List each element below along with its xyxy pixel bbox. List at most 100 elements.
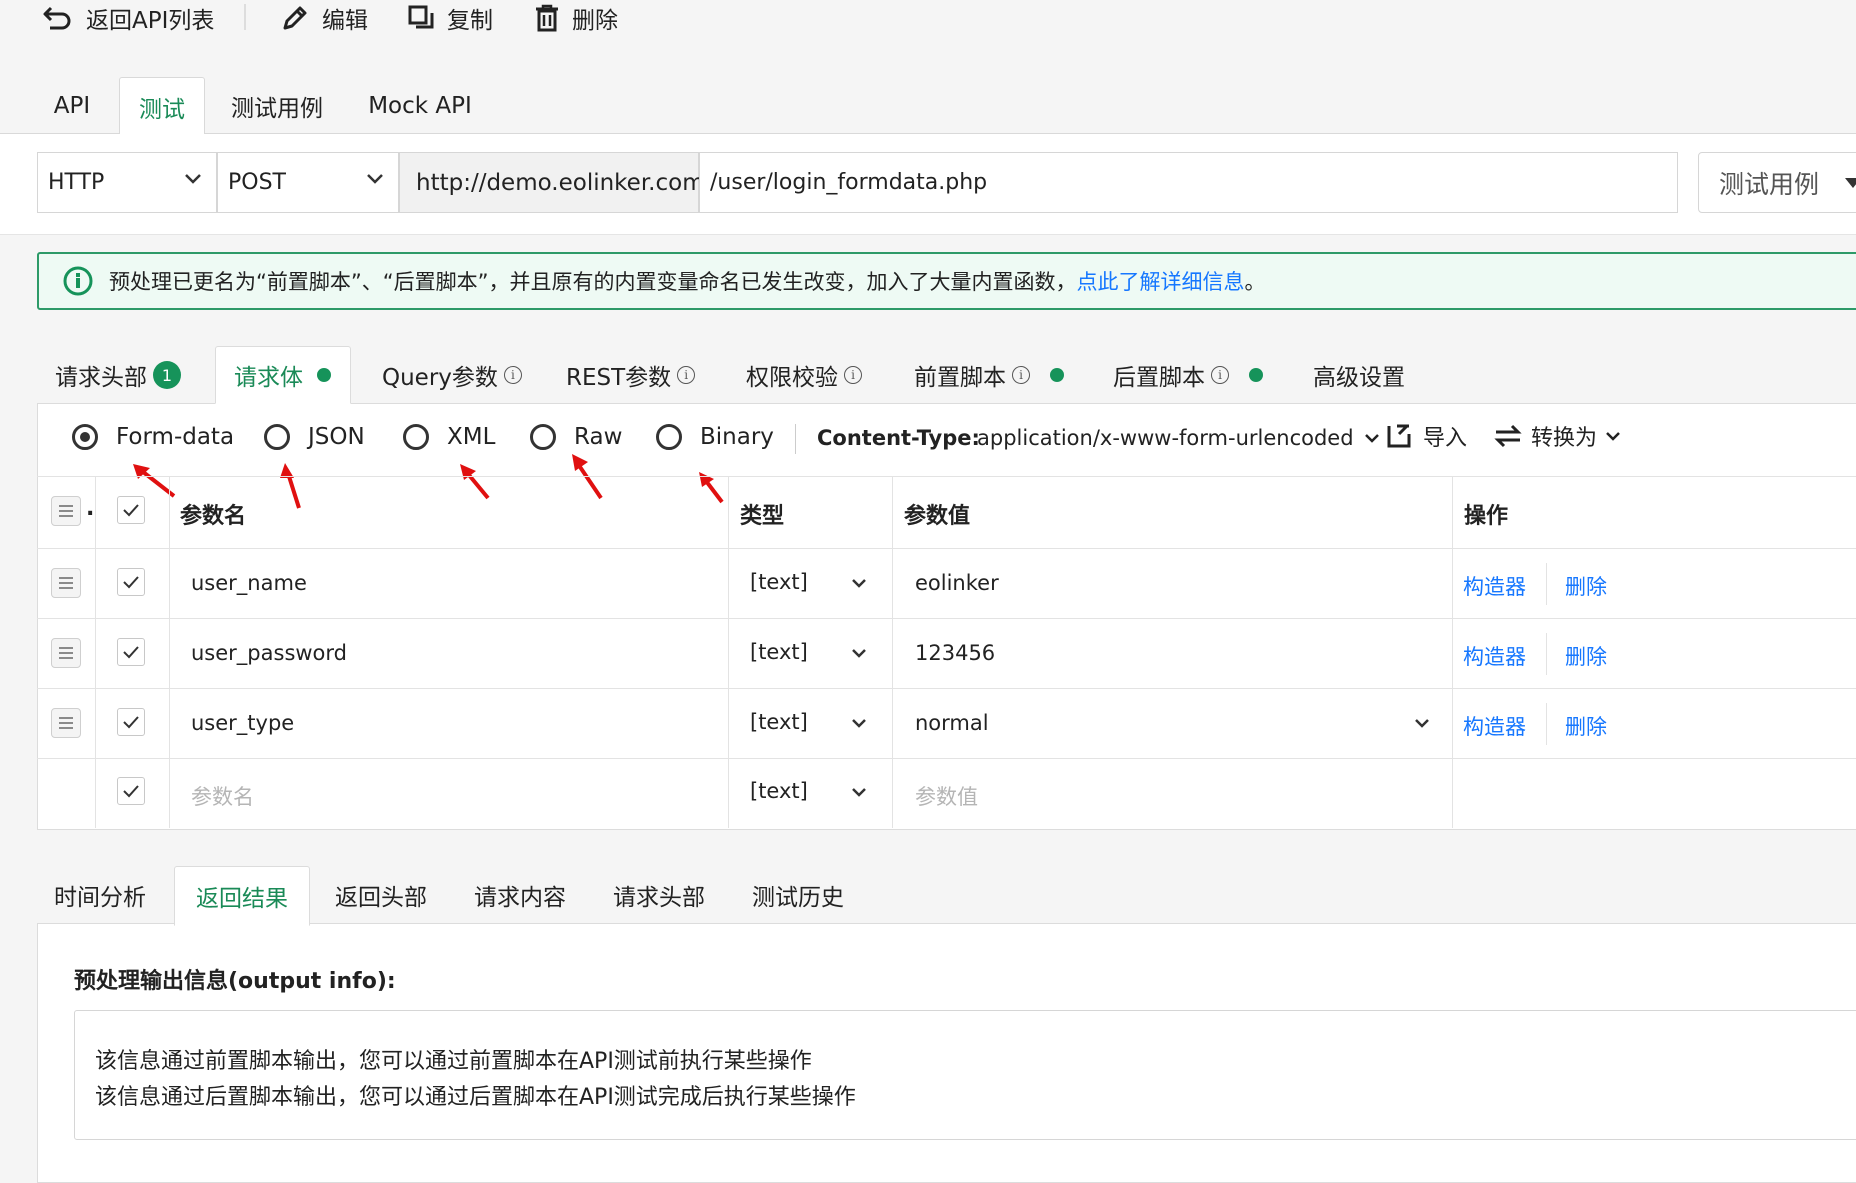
param-value-input[interactable]: 123456 [915,641,995,665]
param-type-select[interactable]: [text] [750,710,808,734]
protocol-select[interactable]: HTTP [37,152,217,213]
check-icon [123,716,139,729]
delete-row-link[interactable]: 删除 [1565,711,1607,741]
delete-row-link[interactable]: 删除 [1565,571,1607,601]
param-type-select[interactable]: [text] [750,570,808,594]
tab-test-cases[interactable]: 测试用例 [224,78,330,134]
row-checkbox[interactable] [117,568,145,596]
param-value-input[interactable]: eolinker [915,571,999,595]
back-to-api-list-button[interactable]: 返回API列表 [42,0,214,36]
edit-button[interactable]: 编辑 [280,0,368,36]
import-icon [1385,422,1413,450]
radio-json[interactable]: JSON [264,424,365,450]
radio-form-data-label: Form-data [116,424,235,450]
request-body-panel [37,403,1856,830]
tab-request-headers[interactable]: 请求头部 1 [55,346,181,404]
path-input[interactable]: /user/login_formdata.php [699,152,1678,213]
tab-test[interactable]: 测试 [119,77,205,136]
select-all-checkbox[interactable] [117,496,145,524]
tab-pre-script[interactable]: 前置脚本 i [914,346,1064,404]
radio-selected-icon [72,424,98,450]
tab-request-content[interactable]: 请求内容 [474,866,566,924]
builder-link[interactable]: 构造器 [1463,641,1526,671]
drag-handle[interactable] [51,568,81,598]
convert-button[interactable]: 转换为 [1493,420,1621,452]
drag-handle[interactable] [51,638,81,668]
host-value: http://demo.eolinker.com [416,169,705,196]
info-icon: i [677,366,696,384]
radio-raw-label: Raw [574,424,623,450]
radio-empty-icon [403,424,429,450]
op-divider [1546,703,1547,745]
output-line-2: 该信息通过后置脚本输出，您可以通过后置脚本在API测试完成后执行某些操作 [95,1085,856,1110]
row-checkbox[interactable] [117,777,145,805]
tab-time-analysis[interactable]: 时间分析 [54,866,146,924]
output-info-box: 该信息通过前置脚本输出，您可以通过前置脚本在API测试前执行某些操作 该信息通过… [74,1010,1856,1140]
tab-rest-params[interactable]: REST参数 i [566,346,696,404]
column-divider [169,476,170,828]
new-param-name-input[interactable]: 参数名 [191,781,254,811]
tab-request-headers-result[interactable]: 请求头部 [613,866,705,924]
info-icon: i [1211,366,1229,384]
radio-empty-icon [530,424,556,450]
new-param-value-input[interactable]: 参数值 [915,781,978,811]
param-name-input[interactable]: user_type [191,711,294,735]
builder-link[interactable]: 构造器 [1463,571,1526,601]
import-button[interactable]: 导入 [1385,420,1467,452]
column-divider [728,476,729,828]
delete-api-button[interactable]: 删除 [534,0,618,36]
protocol-value: HTTP [48,170,105,195]
tab-response-result[interactable]: 返回结果 [174,866,310,926]
tab-test-history[interactable]: 测试历史 [752,866,844,924]
tab-mock-api[interactable]: Mock API [362,78,478,134]
param-type-select[interactable]: [text] [750,640,808,664]
caret-down-icon [1845,178,1856,190]
info-banner: 预处理已更名为“前置脚本”、“后置脚本”，并且原有的内置变量命名已发生改变，加入… [37,252,1856,310]
op-divider [1546,633,1547,675]
param-name-input[interactable]: user_name [191,571,307,595]
host-field[interactable]: http://demo.eolinker.com [399,152,705,213]
radio-binary[interactable]: Binary [656,424,774,450]
method-select[interactable]: POST [217,152,399,213]
chevron-down-icon [184,173,202,185]
bulk-edit-handle[interactable] [51,496,81,526]
delete-row-link[interactable]: 删除 [1565,641,1607,671]
chevron-down-icon [852,649,866,658]
param-name-input[interactable]: user_password [191,641,347,665]
radio-xml[interactable]: XML [403,424,495,450]
tab-query-params[interactable]: Query参数 i [382,346,522,404]
param-value-select[interactable]: normal [915,711,989,735]
annotation-arrow-icon [572,454,603,500]
edit-label: 编辑 [322,8,368,34]
copy-button[interactable]: 复制 [407,0,493,36]
pencil-icon [280,3,310,33]
header-operations: 操作 [1464,504,1509,529]
radio-binary-label: Binary [700,424,774,450]
row-checkbox[interactable] [117,638,145,666]
tab-request-body[interactable]: 请求体 [215,346,351,404]
info-icon: i [844,366,862,384]
tab-pre-script-label: 前置脚本 [914,365,1006,391]
op-divider [1546,563,1547,605]
param-type-select[interactable]: [text] [750,779,808,803]
tab-advanced-settings[interactable]: 高级设置 [1313,346,1405,404]
column-divider [892,476,893,828]
row-divider [37,548,1856,549]
output-line-1: 该信息通过前置脚本输出，您可以通过前置脚本在API测试前执行某些操作 [95,1049,812,1074]
drag-handle[interactable] [51,708,81,738]
toolbar-divider [244,4,246,30]
tab-api[interactable]: API [42,78,102,134]
tab-auth[interactable]: 权限校验 i [746,346,862,404]
banner-details-link[interactable]: 点此了解详细信息 [1077,266,1245,296]
radio-form-data[interactable]: Form-data [72,424,234,450]
test-case-select[interactable]: 测试用例 [1698,152,1856,213]
header-param-name: 参数名 [180,504,247,529]
builder-link[interactable]: 构造器 [1463,711,1526,741]
copy-label: 复制 [447,8,493,34]
tab-post-script[interactable]: 后置脚本 i [1113,346,1263,404]
row-checkbox[interactable] [117,708,145,736]
tab-response-headers[interactable]: 返回头部 [335,866,427,924]
radio-empty-icon [264,424,290,450]
content-type-select[interactable]: application/x-www-form-urlencoded [977,426,1380,450]
radio-raw[interactable]: Raw [530,424,622,450]
